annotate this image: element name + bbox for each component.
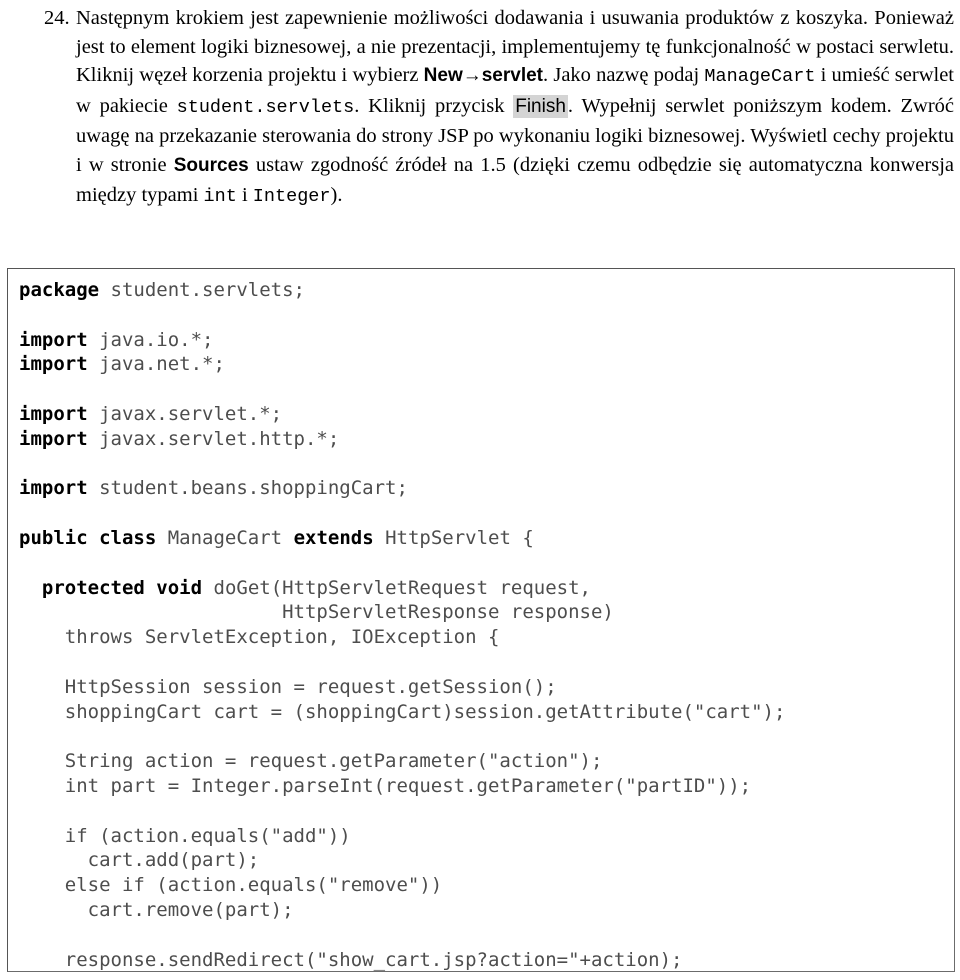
code-listing-content: package student.servlets; import java.io…: [19, 279, 786, 971]
type-integer: Integer: [252, 185, 331, 207]
type-int: int: [203, 185, 237, 207]
sources-tab-reference: Sources: [173, 154, 249, 176]
servlet-name-managecart: ManageCart: [704, 66, 816, 88]
step-text-run-4: . Kliknij przycisk: [354, 94, 514, 117]
finish-button-reference: Finish: [513, 94, 568, 118]
code-listing-box: package student.servlets; import java.io…: [7, 268, 955, 972]
document-page: 24. Następnym krokiem jest zapewnienie mo…: [0, 0, 960, 980]
step-text-run-8: ).: [330, 183, 343, 206]
instruction-step: 24. Następnym krokiem jest zapewnienie mo…: [0, 0, 960, 211]
step-number: 24.: [44, 7, 70, 29]
step-text-run-7: i: [236, 183, 253, 206]
package-name-student-servlets: student.servlets: [176, 96, 355, 118]
step-text-run-2: . Jako nazwę podaj: [543, 64, 705, 87]
menu-path-new-servlet: New→servlet: [423, 65, 544, 87]
code-listing: package student.servlets; import java.io…: [8, 269, 954, 971]
